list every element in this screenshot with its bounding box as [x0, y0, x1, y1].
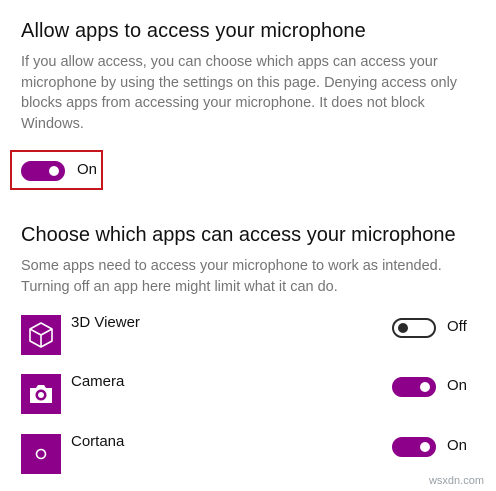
microphone-access-description: If you allow access, you can choose whic…: [21, 54, 458, 132]
toggle-knob: [49, 166, 59, 176]
microphone-access-toggle-label: On: [77, 161, 98, 178]
3d-viewer-icon: [21, 315, 61, 355]
app-name-cortana: Cortana: [71, 433, 125, 450]
watermark: wsxdn.com: [428, 475, 484, 487]
microphone-access-heading: Allow apps to access your microphone: [21, 20, 366, 42]
camera-icon: [21, 374, 61, 414]
cortana-toggle[interactable]: [392, 437, 436, 457]
app-name-camera: Camera: [71, 373, 125, 390]
app-access-heading: Choose which apps can access your microp…: [21, 224, 456, 246]
microphone-access-toggle[interactable]: [21, 161, 65, 181]
app-row-camera: Camera On: [0, 373, 496, 418]
app-row-3d-viewer: 3D Viewer Off: [0, 314, 496, 359]
camera-toggle[interactable]: [392, 377, 436, 397]
app-name-3d-viewer: 3D Viewer: [71, 314, 140, 331]
app-row-cortana: Cortana On: [0, 433, 496, 478]
toggle-knob: [420, 382, 430, 392]
3d-viewer-toggle-label: Off: [447, 318, 467, 335]
cortana-toggle-label: On: [447, 437, 468, 454]
toggle-knob: [420, 442, 430, 452]
3d-viewer-toggle[interactable]: [392, 318, 436, 338]
cortana-icon: [21, 434, 61, 474]
camera-toggle-label: On: [447, 377, 468, 394]
toggle-knob: [398, 323, 408, 333]
app-access-description: Some apps need to access your microphone…: [21, 258, 442, 295]
